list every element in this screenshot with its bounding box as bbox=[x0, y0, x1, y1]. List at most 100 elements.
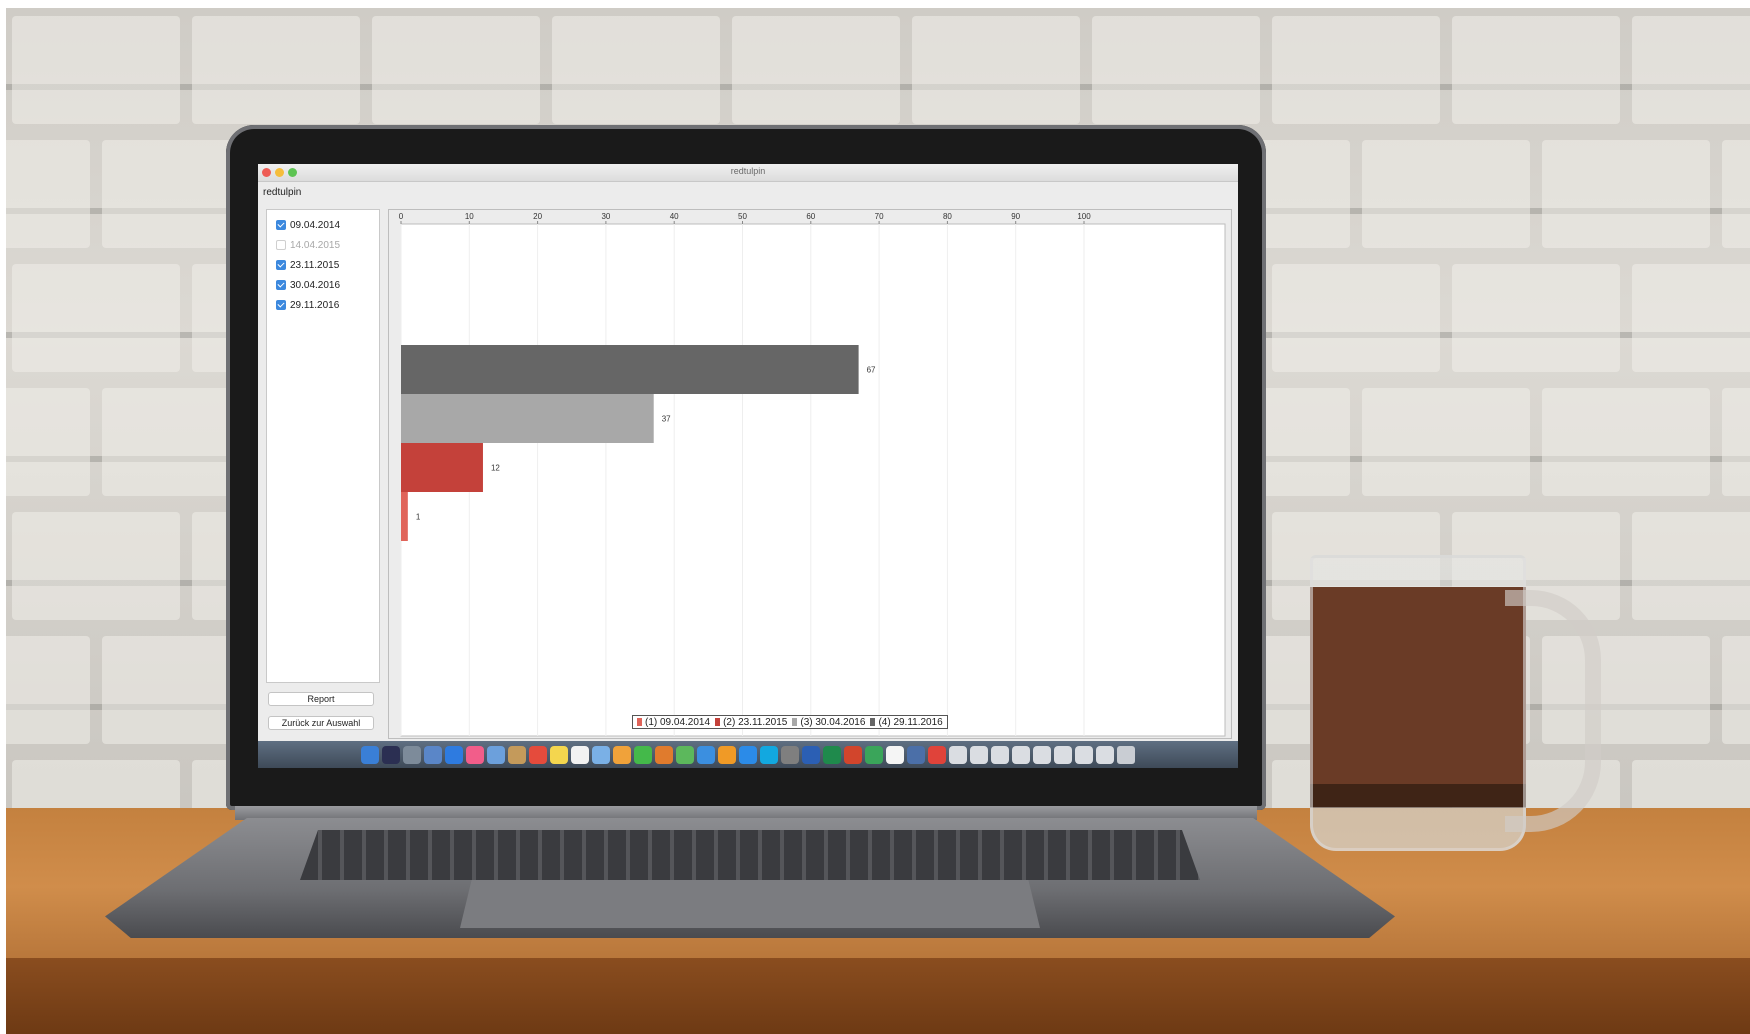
legend-swatch bbox=[637, 718, 642, 726]
report-button[interactable]: Report bbox=[268, 692, 374, 706]
reminders-icon[interactable] bbox=[571, 745, 589, 764]
checkbox-icon[interactable] bbox=[276, 280, 286, 290]
window-titlebar: redtulpin bbox=[258, 164, 1238, 182]
bar-chart: 0 10 20 30 40 50 60 70 80 90 100 1 12 37 67 bbox=[388, 209, 1232, 739]
x-tick-label: 40 bbox=[670, 212, 679, 221]
wall-brick bbox=[732, 16, 900, 124]
app-store-icon[interactable] bbox=[739, 745, 757, 764]
safari-icon[interactable] bbox=[424, 745, 442, 764]
table-edge bbox=[6, 958, 1750, 1034]
pages-icon[interactable] bbox=[655, 745, 673, 764]
legend-swatch bbox=[792, 718, 798, 726]
excel-icon[interactable] bbox=[823, 745, 841, 764]
x-tick-label: 30 bbox=[601, 212, 610, 221]
eq-icon[interactable] bbox=[928, 745, 946, 764]
wall-brick bbox=[12, 512, 180, 620]
bar-value-label: 67 bbox=[867, 366, 876, 375]
wall-brick bbox=[1542, 388, 1710, 496]
window-icon[interactable] bbox=[1096, 745, 1114, 764]
window-icon[interactable] bbox=[949, 745, 967, 764]
skype-icon[interactable] bbox=[760, 745, 778, 764]
x-tick-label: 20 bbox=[533, 212, 542, 221]
wall-brick bbox=[1632, 16, 1750, 124]
wall-brick bbox=[1272, 16, 1440, 124]
powerpoint-icon[interactable] bbox=[844, 745, 862, 764]
x-tick-label: 60 bbox=[806, 212, 815, 221]
keynote-green-icon[interactable] bbox=[865, 745, 883, 764]
x-tick-label: 90 bbox=[1011, 212, 1020, 221]
wall-brick bbox=[1722, 636, 1750, 744]
trash-icon[interactable] bbox=[1117, 745, 1135, 764]
dock bbox=[258, 741, 1238, 768]
wall-brick bbox=[6, 388, 90, 496]
wall-brick bbox=[1722, 140, 1750, 248]
x-tick-label: 50 bbox=[738, 212, 747, 221]
legend-item: (3) 30.04.2016 bbox=[792, 717, 865, 728]
wall-brick bbox=[1542, 140, 1710, 248]
system-prefs-icon[interactable] bbox=[781, 745, 799, 764]
book-icon[interactable] bbox=[508, 745, 526, 764]
finder-icon[interactable] bbox=[361, 745, 379, 764]
bar bbox=[401, 345, 859, 394]
photos-icon[interactable] bbox=[487, 745, 505, 764]
legend-swatch bbox=[870, 718, 876, 726]
compass-icon[interactable] bbox=[445, 745, 463, 764]
laptop-screen: redtulpin redtulpin 09.04.2014 14.04.201… bbox=[258, 164, 1238, 768]
legend-label: (3) 30.04.2016 bbox=[800, 716, 866, 728]
keynote-icon[interactable] bbox=[697, 745, 715, 764]
wall-brick bbox=[6, 636, 90, 744]
legend-item: (4) 29.11.2016 bbox=[870, 717, 943, 728]
messages-icon[interactable] bbox=[634, 745, 652, 764]
legend-item: (1) 09.04.2014 bbox=[637, 717, 710, 728]
textedit-icon[interactable] bbox=[886, 745, 904, 764]
checkbox-icon[interactable] bbox=[276, 300, 286, 310]
calendar-icon[interactable] bbox=[529, 745, 547, 764]
photos-color-icon[interactable] bbox=[613, 745, 631, 764]
checkbox-icon[interactable] bbox=[276, 220, 286, 230]
window-icon[interactable] bbox=[1054, 745, 1072, 764]
wall-brick bbox=[1272, 264, 1440, 372]
bar-chart-svg: 0 10 20 30 40 50 60 70 80 90 100 1 12 37 67 bbox=[399, 212, 1226, 737]
bar-value-label: 12 bbox=[491, 464, 500, 473]
laptop-hinge bbox=[235, 806, 1257, 820]
bar bbox=[401, 443, 483, 492]
wall-brick bbox=[372, 16, 540, 124]
numbers-icon[interactable] bbox=[676, 745, 694, 764]
wall-brick bbox=[1632, 264, 1750, 372]
date-item[interactable]: 09.04.2014 bbox=[276, 218, 340, 232]
music-icon[interactable] bbox=[466, 745, 484, 764]
date-item[interactable]: 29.11.2016 bbox=[276, 298, 339, 312]
wall-brick bbox=[6, 140, 90, 248]
checkbox-icon[interactable] bbox=[276, 260, 286, 270]
preview-icon[interactable] bbox=[592, 745, 610, 764]
date-item: 14.04.2015 bbox=[276, 238, 340, 252]
back-to-selection-button[interactable]: Zurück zur Auswahl bbox=[268, 716, 374, 730]
date-item[interactable]: 23.11.2015 bbox=[276, 258, 339, 272]
notes-icon[interactable] bbox=[550, 745, 568, 764]
wall-brick bbox=[12, 16, 180, 124]
wall-brick bbox=[1092, 16, 1260, 124]
date-item[interactable]: 30.04.2016 bbox=[276, 278, 340, 292]
wall-brick bbox=[1632, 512, 1750, 620]
window-icon[interactable] bbox=[991, 745, 1009, 764]
plot-area bbox=[400, 223, 1226, 737]
wall-brick bbox=[192, 16, 360, 124]
drive-icon[interactable] bbox=[907, 745, 925, 764]
word-icon[interactable] bbox=[802, 745, 820, 764]
wall-brick bbox=[912, 16, 1080, 124]
wall-brick bbox=[1362, 388, 1530, 496]
launchpad-icon[interactable] bbox=[403, 745, 421, 764]
wall-brick bbox=[552, 16, 720, 124]
window-icon[interactable] bbox=[1075, 745, 1093, 764]
siri-icon[interactable] bbox=[382, 745, 400, 764]
date-label: 14.04.2015 bbox=[290, 239, 341, 251]
ibooks-icon[interactable] bbox=[718, 745, 736, 764]
wall-brick bbox=[1452, 16, 1620, 124]
laptop-keyboard bbox=[300, 830, 1200, 880]
window-icon[interactable] bbox=[1033, 745, 1051, 764]
x-tick-label: 80 bbox=[943, 212, 952, 221]
x-tick-label: 70 bbox=[875, 212, 884, 221]
window-icon[interactable] bbox=[970, 745, 988, 764]
bar bbox=[401, 394, 654, 443]
window-icon[interactable] bbox=[1012, 745, 1030, 764]
